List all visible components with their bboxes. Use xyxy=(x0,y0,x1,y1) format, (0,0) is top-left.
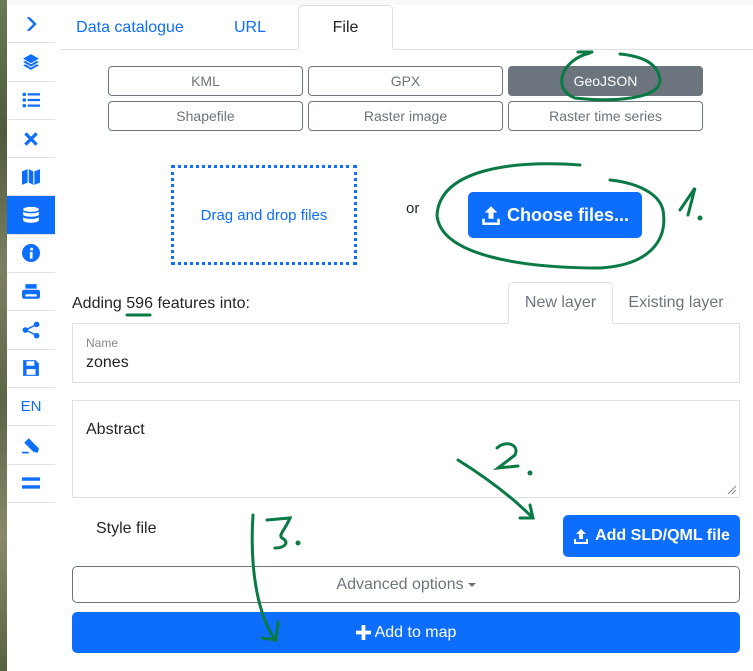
tab-existing-layer[interactable]: Existing layer xyxy=(618,282,734,324)
advanced-options-toggle[interactable]: Advanced options xyxy=(72,566,740,603)
tab-url[interactable]: URL xyxy=(220,5,280,50)
sidebar-item-draw[interactable] xyxy=(7,426,55,465)
sidebar-item-language[interactable]: EN xyxy=(7,388,55,427)
format-raster-image-button[interactable]: Raster image xyxy=(308,101,503,131)
plus-icon xyxy=(355,625,371,640)
sidebar-item-print[interactable] xyxy=(7,273,55,312)
tab-data-catalogue[interactable]: Data catalogue xyxy=(70,5,190,50)
sidebar-item-add-data[interactable] xyxy=(7,196,55,235)
drop-zone[interactable]: Drag and drop files xyxy=(171,165,357,265)
name-field-value: zones xyxy=(86,354,129,371)
name-field[interactable]: Name zones xyxy=(72,323,740,383)
upload-icon xyxy=(574,529,589,544)
sidebar-item-info[interactable] xyxy=(7,235,55,274)
list-icon xyxy=(22,92,40,108)
caret-down-icon xyxy=(467,582,476,587)
tab-divider xyxy=(60,49,753,50)
abstract-field[interactable]: Abstract xyxy=(72,400,740,498)
format-geojson-button[interactable]: GeoJSON xyxy=(508,66,703,96)
tab-new-layer[interactable]: New layer xyxy=(508,282,613,324)
format-shapefile-button[interactable]: Shapefile xyxy=(108,101,303,131)
share-icon xyxy=(22,321,40,339)
format-kml-button[interactable]: KML xyxy=(108,66,303,96)
database-icon xyxy=(23,207,39,223)
tab-file[interactable]: File xyxy=(298,5,393,50)
tools-icon xyxy=(24,131,38,146)
style-file-label: Style file xyxy=(96,520,157,537)
format-raster-time-series-button[interactable]: Raster time series xyxy=(508,101,703,131)
menu-icon xyxy=(22,477,40,489)
sidebar-item-tools[interactable] xyxy=(7,120,55,159)
adding-features-text: Adding 596 features into: xyxy=(72,295,250,312)
add-to-map-label: Add to map xyxy=(374,623,457,641)
sidebar-toggle[interactable] xyxy=(7,5,55,44)
layers-icon xyxy=(23,54,39,70)
feature-count: 596 xyxy=(126,295,153,312)
add-sld-qml-label: Add SLD/QML file xyxy=(595,527,730,544)
add-sld-qml-button[interactable]: Add SLD/QML file xyxy=(563,515,740,557)
advanced-options-label: Advanced options xyxy=(336,575,464,593)
sidebar-item-layers[interactable] xyxy=(7,43,55,82)
print-icon xyxy=(22,283,40,299)
drop-label: Drag and drop files xyxy=(200,206,328,224)
sidebar-item-menu[interactable] xyxy=(7,465,55,503)
or-label: or xyxy=(406,200,420,217)
sidebar-item-save[interactable] xyxy=(7,350,55,388)
save-icon xyxy=(23,360,39,377)
upload-icon xyxy=(482,206,500,225)
resize-handle-icon[interactable] xyxy=(725,483,737,495)
sidebar-item-basemap[interactable] xyxy=(7,158,55,197)
info-icon xyxy=(22,244,40,263)
name-field-label: Name xyxy=(86,336,119,350)
sidebar: EN xyxy=(7,5,55,512)
sidebar-item-legend[interactable] xyxy=(7,82,55,120)
language-label: EN xyxy=(20,398,42,416)
sidebar-item-share[interactable] xyxy=(7,311,55,350)
format-gpx-button[interactable]: GPX xyxy=(308,66,503,96)
map-background xyxy=(0,0,7,671)
choose-files-button[interactable]: Choose files... xyxy=(468,192,642,238)
add-to-map-button[interactable]: Add to map xyxy=(72,612,740,653)
choose-files-label: Choose files... xyxy=(506,204,630,225)
pencil-icon xyxy=(22,438,39,454)
abstract-placeholder: Abstract xyxy=(86,421,145,438)
map-icon xyxy=(22,168,40,185)
chevron-right-icon xyxy=(26,16,37,31)
